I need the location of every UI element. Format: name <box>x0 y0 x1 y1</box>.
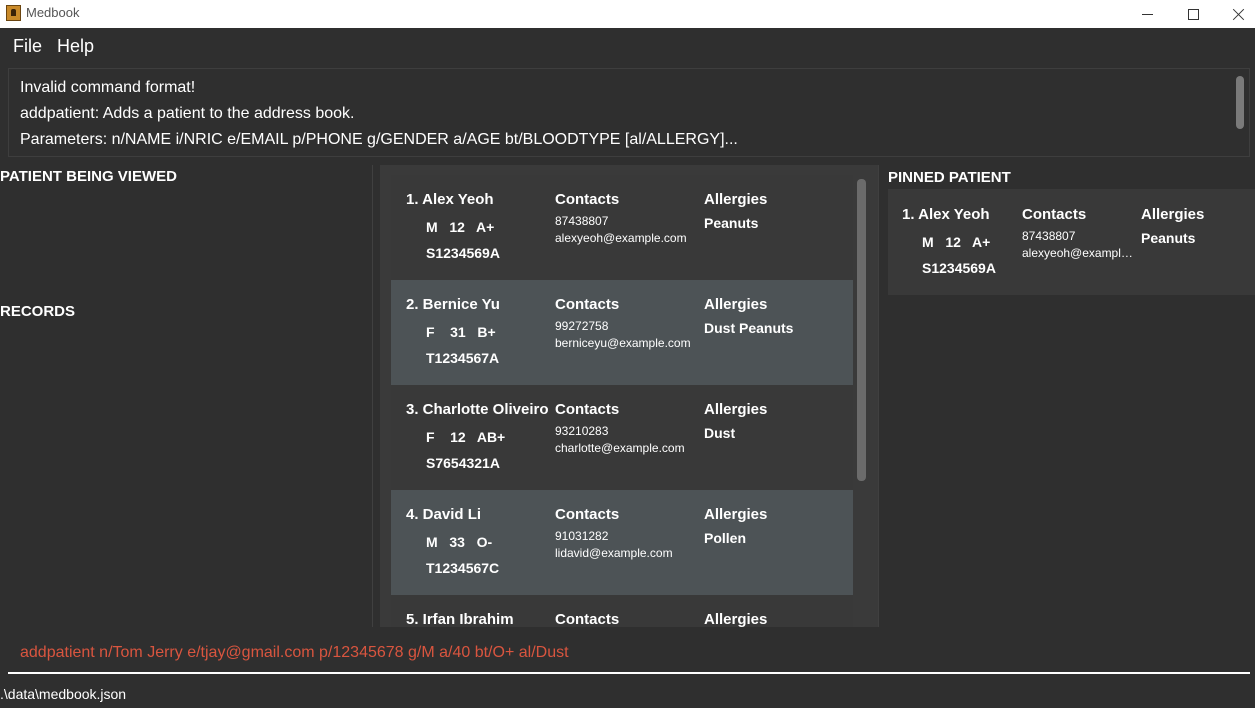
patient-nric: S7654321A <box>426 455 500 471</box>
patient-list[interactable]: 1. Alex Yeoh M 12 A+ S1234569A Contacts … <box>391 175 853 627</box>
patient-name: 1. Alex Yeoh <box>902 206 990 223</box>
menu-bar: File Help <box>0 28 1255 62</box>
patient-phone: 87438807 <box>555 214 609 228</box>
allergies-label: Allergies <box>704 611 768 627</box>
result-line-2: addpatient: Adds a patient to the addres… <box>20 105 355 122</box>
patient-email: berniceyu@example.com <box>555 336 691 350</box>
patient-name: 2. Bernice Yu <box>406 296 500 313</box>
menu-help[interactable]: Help <box>57 36 94 57</box>
title-bar: Medbook <box>0 0 1255 28</box>
allergies-label: Allergies <box>1141 206 1205 223</box>
minimize-button[interactable] <box>1124 0 1170 28</box>
patient-gender-age-bloodtype: F 12 AB+ <box>426 429 506 445</box>
contacts-label: Contacts <box>555 296 620 313</box>
viewed-patient-pane: PATIENT BEING VIEWED RECORDS <box>0 165 372 627</box>
pinned-patient-card[interactable]: 1. Alex Yeoh M 12 A+ S1234569A Contacts … <box>888 189 1255 295</box>
contacts-label: Contacts <box>1022 206 1087 223</box>
contacts-label: Contacts <box>555 506 620 523</box>
patient-gender-age-bloodtype: M 12 A+ <box>922 234 991 250</box>
patient-name: 5. Irfan Ibrahim <box>406 611 514 627</box>
result-line-1: Invalid command format! <box>20 79 196 96</box>
maximize-icon <box>1187 8 1199 20</box>
patient-gender-age-bloodtype: M 12 A+ <box>426 219 495 235</box>
patient-email: lidavid@example.com <box>555 546 673 560</box>
minimize-icon <box>1141 13 1153 15</box>
patient-nric: S1234569A <box>922 260 996 276</box>
allergies-label: Allergies <box>704 506 768 523</box>
maximize-button[interactable] <box>1170 0 1216 28</box>
patient-allergies: Peanuts <box>1141 230 1196 246</box>
patient-card[interactable]: 5. Irfan Ibrahim Contacts Allergies <box>391 595 853 627</box>
data-file-path: .\data\medbook.json <box>0 686 127 702</box>
patient-card[interactable]: 4. David Li M 33 O- T1234567C Contacts 9… <box>391 490 853 595</box>
pane-divider[interactable] <box>878 165 879 627</box>
pane-divider[interactable] <box>372 165 373 627</box>
medbook-app-icon <box>6 5 21 21</box>
patient-phone: 99272758 <box>555 319 609 333</box>
command-box <box>0 628 1255 677</box>
patient-name: 4. David Li <box>406 506 482 523</box>
result-display[interactable]: Invalid command format! addpatient: Adds… <box>8 68 1250 157</box>
status-bar: .\data\medbook.json <box>0 680 1255 708</box>
contacts-label: Contacts <box>555 401 620 418</box>
patient-gender-age-bloodtype: F 31 B+ <box>426 324 496 340</box>
patient-email: alexyeoh@example.com <box>555 231 687 245</box>
patient-nric: T1234567A <box>426 350 500 366</box>
close-button[interactable] <box>1215 0 1255 28</box>
patient-allergies: Pollen <box>704 530 747 546</box>
result-scrollbar[interactable] <box>1236 76 1244 129</box>
patient-name: 1. Alex Yeoh <box>406 191 494 208</box>
patient-list-scrollbar[interactable] <box>857 179 866 481</box>
patient-card[interactable]: 1. Alex Yeoh M 12 A+ S1234569A Contacts … <box>391 175 853 280</box>
patient-name: 3. Charlotte Oliveiro <box>406 401 549 418</box>
patient-phone: 93210283 <box>555 424 609 438</box>
command-input[interactable] <box>8 634 1250 674</box>
patient-nric: T1234567C <box>426 560 500 576</box>
menu-file[interactable]: File <box>13 36 42 57</box>
pinned-patient-heading: PINNED PATIENT <box>888 169 1011 186</box>
patient-card[interactable]: 2. Bernice Yu F 31 B+ T1234567A Contacts… <box>391 280 853 385</box>
contacts-label: Contacts <box>555 191 620 208</box>
patient-gender-age-bloodtype: M 33 O- <box>426 534 493 550</box>
allergies-label: Allergies <box>704 401 768 418</box>
patient-card[interactable]: 3. Charlotte Oliveiro F 12 AB+ S7654321A… <box>391 385 853 490</box>
window-title: Medbook <box>26 5 80 20</box>
records-heading: RECORDS <box>0 303 76 320</box>
patient-allergies: Peanuts <box>704 215 759 231</box>
pinned-patient-pane: PINNED PATIENT 1. Alex Yeoh M 12 A+ S123… <box>887 165 1255 627</box>
close-icon <box>1232 8 1245 21</box>
patient-phone: 87438807 <box>1022 229 1076 243</box>
patient-phone: 91031282 <box>555 529 609 543</box>
result-line-3: Parameters: n/NAME i/NRIC e/EMAIL p/PHON… <box>20 131 738 148</box>
allergies-label: Allergies <box>704 296 768 313</box>
patient-being-viewed-heading: PATIENT BEING VIEWED <box>0 168 177 185</box>
patient-email: charlotte@example.com <box>555 441 685 455</box>
patient-list-pane: 1. Alex Yeoh M 12 A+ S1234569A Contacts … <box>380 165 878 627</box>
allergies-label: Allergies <box>704 191 768 208</box>
patient-email: alexyeoh@example.com <box>1022 246 1134 260</box>
patient-allergies: Dust Peanuts <box>704 320 794 336</box>
contacts-label: Contacts <box>555 611 620 627</box>
patient-allergies: Dust <box>704 425 736 441</box>
patient-nric: S1234569A <box>426 245 500 261</box>
